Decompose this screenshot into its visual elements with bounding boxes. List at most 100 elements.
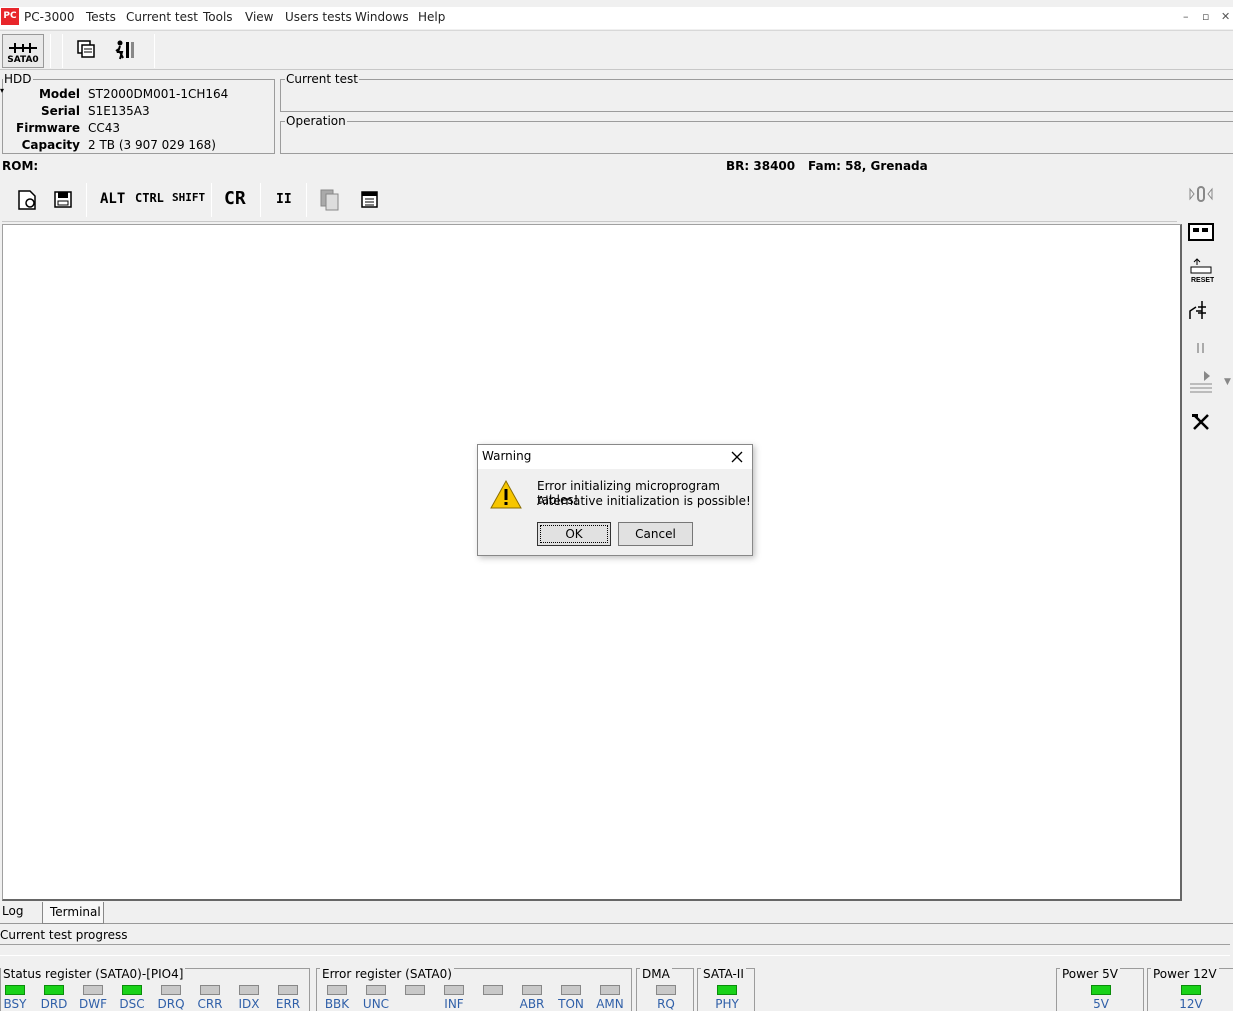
led-bbk xyxy=(327,985,347,995)
save-log-icon[interactable] xyxy=(52,188,76,210)
ok-button[interactable]: OK xyxy=(537,522,611,546)
led-label-dsc: DSC xyxy=(119,997,145,1011)
tab-log-label: Log xyxy=(2,904,24,918)
dialog-titlebar: Warning xyxy=(478,445,752,469)
led-drq xyxy=(161,985,181,995)
toolbar-separator xyxy=(211,183,212,217)
led-label-5v: 5V xyxy=(1093,997,1109,1011)
cr-key-button[interactable]: CR xyxy=(224,188,246,209)
reset-icon[interactable]: RESET xyxy=(1188,257,1214,285)
terminal-toolbar: ALT CTRL SHIFT CR II xyxy=(2,178,1177,222)
svg-text:RESET: RESET xyxy=(1191,277,1214,284)
alt-key-button[interactable]: ALT xyxy=(100,191,125,207)
menu-help[interactable]: Help xyxy=(418,10,445,24)
led-label-12v: 12V xyxy=(1179,997,1203,1011)
led-label-phy: PHY xyxy=(715,997,739,1011)
minimize-icon[interactable]: – xyxy=(1183,10,1189,23)
cancel-button[interactable]: Cancel xyxy=(618,522,693,546)
led-label-rq: RQ xyxy=(657,997,675,1011)
power-5v-title: Power 5V xyxy=(1060,967,1120,981)
menu-tools[interactable]: Tools xyxy=(203,10,233,24)
ctrl-key-button[interactable]: CTRL xyxy=(135,191,164,205)
pause-side-icon[interactable] xyxy=(1188,337,1214,361)
led-label-inf: INF xyxy=(444,997,464,1011)
hdd-legend: HDD xyxy=(4,72,32,86)
tab-log[interactable]: Log xyxy=(0,902,42,924)
menu-tests[interactable]: Tests xyxy=(86,10,116,24)
dma-title: DMA xyxy=(640,967,672,981)
menu-view[interactable]: View xyxy=(245,10,273,24)
tools-icon[interactable] xyxy=(1188,411,1214,435)
status-register-title: Status register (SATA0)-[PIO4] xyxy=(1,967,186,981)
led-ton xyxy=(561,985,581,995)
led-label-unc: UNC xyxy=(362,997,390,1011)
right-toolbar: RESET ▼ xyxy=(1182,177,1233,437)
app-title: PC-3000 xyxy=(24,10,75,24)
led-unc xyxy=(366,985,386,995)
led-label-ton: TON xyxy=(558,997,584,1011)
terminal-output[interactable] xyxy=(2,224,1182,901)
tab-baseline xyxy=(104,923,1233,924)
warning-icon xyxy=(490,479,522,509)
led-label-crr: CRR xyxy=(197,997,223,1011)
model-label: Model xyxy=(38,87,80,101)
main-toolbar: SATA0 xyxy=(0,30,1233,70)
sata0-port-label: SATA0 xyxy=(7,55,39,65)
windows-cascade-icon[interactable] xyxy=(76,39,98,61)
pause-button[interactable]: II xyxy=(276,192,292,207)
operation-legend: Operation xyxy=(286,114,346,128)
clear-terminal-icon[interactable] xyxy=(358,188,382,212)
warning-dialog: Warning Error initializing microprogram … xyxy=(477,444,753,556)
drive-family: Fam: 58, Grenada xyxy=(808,159,928,173)
firmware-value: CC43 xyxy=(88,121,121,135)
settings-page-icon[interactable] xyxy=(16,189,40,211)
exit-door-icon[interactable] xyxy=(114,39,136,61)
led-dwf xyxy=(83,985,103,995)
led-label-drq: DRQ xyxy=(157,997,185,1011)
pc3000-logo-icon: PC xyxy=(1,8,19,25)
led-label-drd: DRD xyxy=(40,997,68,1011)
tab-terminal-label: Terminal xyxy=(50,905,101,919)
menu-current-test[interactable]: Current test xyxy=(126,10,198,24)
current-test-legend: Current test xyxy=(286,72,358,86)
menu-users-tests[interactable]: Users tests xyxy=(285,10,352,24)
menu-windows[interactable]: Windows xyxy=(355,10,409,24)
rom-label: ROM: xyxy=(2,159,39,173)
led-bsy xyxy=(5,985,25,995)
led-err xyxy=(278,985,298,995)
led-label-bbk: BBK xyxy=(324,997,350,1011)
led-label-amn: AMN xyxy=(596,997,624,1011)
toolbar-separator xyxy=(260,183,261,217)
led-drd xyxy=(44,985,64,995)
power-toggle-icon[interactable] xyxy=(1188,183,1214,207)
restore-icon[interactable]: ▫ xyxy=(1202,10,1209,23)
rom-status-strip: ROM: BR: 38400 Fam: 58, Grenada xyxy=(0,157,1233,177)
led-label-dwf: DWF xyxy=(78,997,107,1011)
shift-key-button[interactable]: SHIFT xyxy=(172,191,205,204)
toolbar-separator xyxy=(154,34,155,68)
progress-label: Current test progress xyxy=(0,928,128,942)
switch-circuit-icon[interactable] xyxy=(1188,297,1214,321)
toolbar-separator xyxy=(306,183,307,217)
close-icon[interactable] xyxy=(730,450,744,464)
model-value: ST2000DM001-1CH164 xyxy=(88,87,229,101)
capacity-label: Capacity xyxy=(21,138,80,152)
firmware-label: Firmware xyxy=(16,121,80,135)
progress-bar xyxy=(0,944,1230,956)
close-icon[interactable]: ✕ xyxy=(1221,10,1230,23)
power-12v-title: Power 12V xyxy=(1151,967,1219,981)
copy-icon[interactable] xyxy=(318,188,342,212)
sort-stack-icon[interactable] xyxy=(1188,369,1214,393)
tab-terminal[interactable]: Terminal xyxy=(42,902,104,924)
toolbar-separator xyxy=(62,34,63,68)
led-inf xyxy=(444,985,464,995)
dialog-message-line2: Alternative initialization is possible! xyxy=(537,494,751,508)
operation-panel: Operation xyxy=(280,114,1233,154)
led-phy xyxy=(717,985,737,995)
toolbar-separator xyxy=(86,183,87,217)
chip-board-icon[interactable] xyxy=(1188,221,1214,245)
led-abr xyxy=(522,985,542,995)
sata0-port-button[interactable]: SATA0 xyxy=(2,34,44,68)
led-idx xyxy=(239,985,259,995)
dropdown-arrow-icon[interactable]: ▼ xyxy=(1224,377,1231,387)
